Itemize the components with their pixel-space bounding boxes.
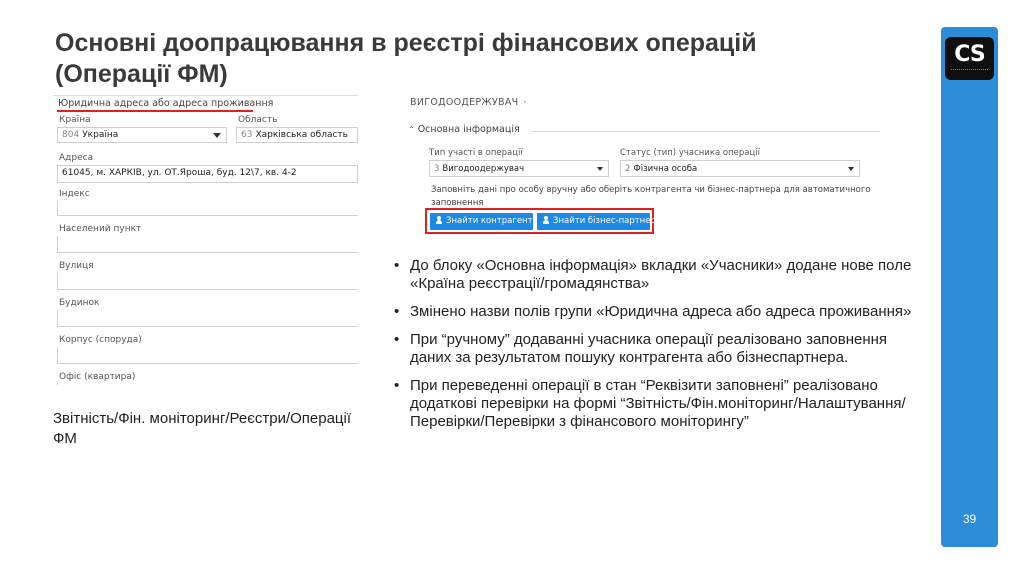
user-icon [543,216,549,224]
bullet-marker: • [394,257,400,274]
bullet-text: Змінено назви полів групи «Юридична адре… [410,303,912,320]
chevron-down-icon [597,167,603,171]
city-input-edge [57,236,58,252]
title-marker: • [522,98,528,107]
main-info-label: Основна інформація [417,124,520,135]
beneficiary-title: ВИГОДООДЕРЖУВАЧ • [410,97,528,108]
city-label: Населений пункт [59,224,142,234]
menu-path-text: Звітність/Фін. моніторинг/Реєстри/Операц… [53,410,352,447]
list-item: • При “ручному” додаванні учасника операц… [392,331,932,367]
main-info-section-toggle[interactable]: ⌃ Основна інформація [408,124,520,135]
chevron-up-icon: ⌃ [408,125,415,134]
participant-status-select[interactable]: 2 Фізична особа [620,160,860,177]
participant-status-code: 2 [625,164,631,174]
country-label: Країна [59,115,91,125]
corpus-label: Корпус (споруда) [59,335,142,345]
country-code: 804 [62,130,80,140]
divider [53,95,358,96]
find-partner-button[interactable]: Знайти бізнес-партнера [537,213,661,230]
chevron-down-icon [848,167,854,171]
index-input[interactable] [57,215,358,216]
slide-title-line1: Основні доопрацювання в реєстрі фінансов… [55,29,757,57]
participation-type-code: 3 [434,164,440,174]
city-input[interactable] [57,252,358,253]
find-counterparty-button[interactable]: Знайти контрагента [430,213,538,230]
region-value: Харківська область [255,130,348,140]
building-label: Будинок [59,298,100,308]
building-input[interactable] [57,326,358,327]
page-number: 39 [962,512,977,526]
divider [530,131,880,132]
street-input[interactable] [57,289,358,290]
list-item: • До блоку «Основна інформація» вкладки «… [392,257,932,293]
participant-status-label: Статус (тип) учасника операції [620,148,760,158]
office-label: Офіс (квартира) [59,372,136,382]
chevron-down-icon [213,133,221,138]
street-input-edge [57,273,58,289]
beneficiary-form-screenshot: ВИГОДООДЕРЖУВАЧ • ⌃ Основна інформація Тип… [398,88,882,238]
search-buttons-highlight: Знайти контрагента Знайти бізнес-партнер… [425,208,661,234]
street-label: Вулиця [59,261,94,271]
logo-underline [951,69,988,71]
building-input-edge [57,310,58,326]
region-select[interactable]: 63 Харківська область [236,127,358,143]
autofill-hint: Заповніть дані про особу вручну або обер… [431,185,871,208]
region-code: 63 [241,130,253,140]
bullet-text: При “ручному” додаванні учасника операці… [410,331,888,366]
country-value: Україна [82,130,119,140]
region-label: Область [238,115,278,125]
slide-title: Основні доопрацювання в реєстрі фінансов… [55,28,935,90]
participant-status-value: Фізична особа [633,164,698,174]
bullet-text: При переведенні операції в стан “Реквізи… [410,377,906,430]
list-item: • При переведенні операції в стан “Реквіз… [392,377,932,431]
bullet-marker: • [394,303,400,320]
side-accent-bar [941,27,998,547]
office-input-edge [57,383,58,385]
changes-list: • До блоку «Основна інформація» вкладки «… [392,257,932,441]
participation-type-label: Тип участі в операції [429,148,523,158]
corpus-input-edge [57,347,58,363]
find-counterparty-label: Знайти контрагента [446,216,538,226]
bullet-text: До блоку «Основна інформація» вкладки «У… [410,257,912,292]
bullet-marker: • [394,377,400,394]
list-item: • Змінено назви полів групи «Юридична адр… [392,303,932,321]
country-select[interactable]: 804 Україна [57,127,227,143]
address-form-screenshot: Юридична адреса або адреса проживання Кр… [53,95,358,385]
participation-type-value: Вигодоодержувач [442,164,525,174]
bullet-marker: • [394,331,400,348]
company-logo: CS [945,37,994,80]
participation-type-select[interactable]: 3 Вигодоодержувач [429,160,609,177]
find-partner-label: Знайти бізнес-партнера [553,216,662,226]
beneficiary-title-text: ВИГОДООДЕРЖУВАЧ [410,97,519,108]
index-input-edge [57,201,58,215]
address-input[interactable]: 61045, м. ХАРКІВ, ул. ОТ.Яроша, буд. 12\… [57,165,358,183]
address-section-header: Юридична адреса або адреса проживання [58,98,274,109]
corpus-input[interactable] [57,363,358,364]
address-label: Адреса [59,153,94,163]
user-icon [436,216,442,224]
index-label: Індекс [59,189,90,199]
highlight-underline [57,110,253,112]
slide-title-line2: (Операції ФМ) [55,60,228,88]
logo-text: CS [954,42,985,67]
